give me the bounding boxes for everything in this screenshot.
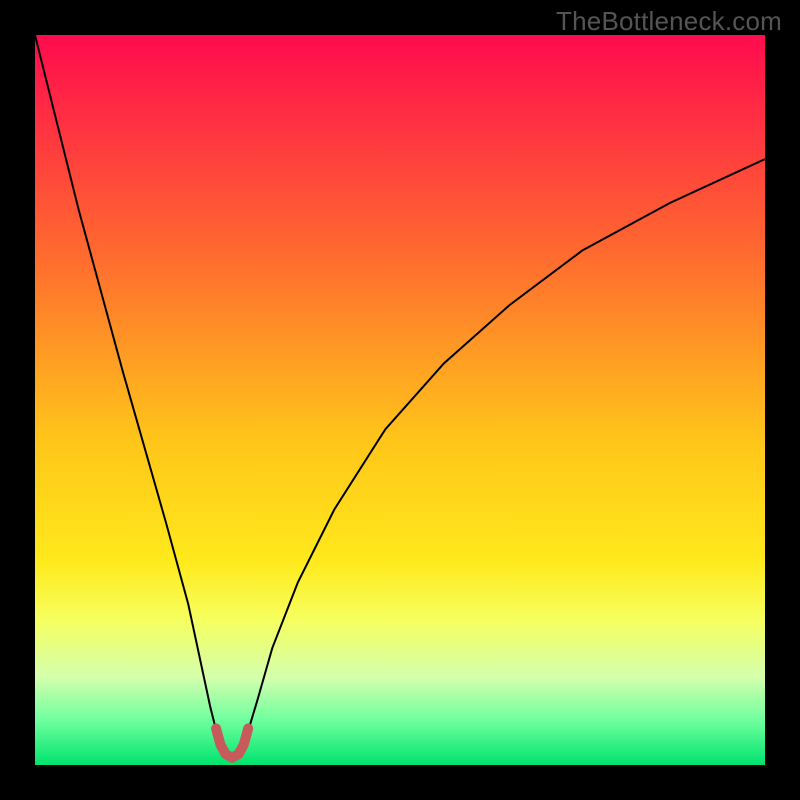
gradient-background <box>35 35 765 765</box>
plot-area <box>35 35 765 765</box>
chart-frame: TheBottleneck.com <box>0 0 800 800</box>
chart-svg <box>35 35 765 765</box>
watermark-text: TheBottleneck.com <box>556 6 782 37</box>
